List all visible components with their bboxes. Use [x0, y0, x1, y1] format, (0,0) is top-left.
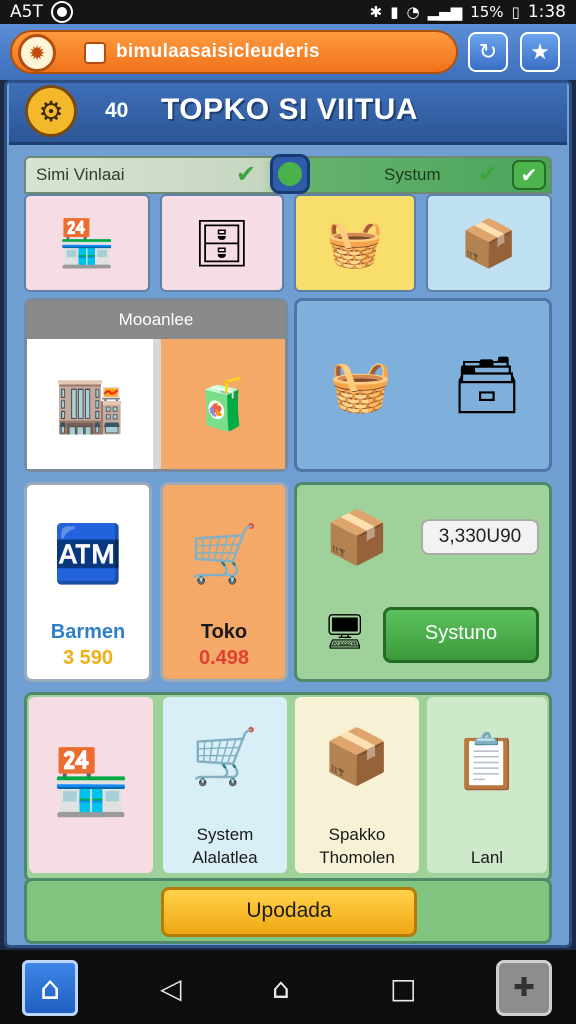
equipment-panel: 🧺 🗃 — [294, 298, 552, 472]
battery-percent: 15% — [470, 3, 504, 21]
dispenser-icon: 🧃 — [191, 374, 255, 433]
kiosk-icon: 🏪 — [58, 215, 116, 270]
system-nav-bar: ⌂ ◁ ⌂ □ ✚ — [0, 950, 576, 1024]
footer-bar: Upodada — [24, 878, 552, 944]
shop-tile-spakko[interactable]: 📦 Spakko Thomolen — [295, 697, 419, 873]
shop-card-barmen[interactable]: 🏧 Barmen 3 590 — [24, 482, 152, 682]
shop-tile-stall[interactable]: 🏬 — [27, 339, 153, 469]
title-bar: ⚙ 40 TOPKO SI VIITUA — [9, 83, 567, 145]
check-icon: ✔ — [478, 160, 499, 188]
back-icon[interactable]: ◁ — [160, 972, 182, 1005]
box-icon: 📦 — [324, 507, 390, 568]
carrier-label: A5T — [10, 2, 43, 22]
app-bar: ✹ bimulaasaisicleuderis ↻ ★ — [0, 24, 576, 80]
house-icon: ⌂ — [39, 969, 61, 1007]
parcel-icon: 📦 — [323, 725, 391, 788]
section-right-label: Systum — [384, 165, 441, 184]
mooanlee-section: Mooanlee 🏬 🧃 — [24, 298, 288, 472]
card-value: 0.498 — [198, 647, 250, 669]
crates-icon: 📦 — [460, 215, 518, 270]
status-bar: A5T ✱ ▮ ◔ ▂▄▆ 15% ▯ 1:38 — [0, 0, 576, 24]
toggle-badge[interactable] — [270, 154, 310, 194]
star-icon: ★ — [530, 39, 550, 65]
shop-tile-kiosk[interactable]: 🏪 — [24, 194, 150, 292]
card-name: Barmen — [50, 621, 126, 643]
market-stand-icon: 🏪 — [51, 745, 131, 820]
tile-line2: Alalatlea — [192, 848, 258, 867]
card-value: 3 590 — [62, 647, 114, 669]
shop-tile-dispenser[interactable]: 🧃 — [161, 339, 285, 469]
url-bar[interactable]: ✹ bimulaasaisicleuderis — [10, 30, 458, 74]
tile-line2: Thomolen — [319, 848, 395, 867]
recents-icon[interactable]: □ — [390, 972, 416, 1005]
check-icon: ✔ — [236, 160, 257, 188]
home-app-button[interactable]: ⌂ — [22, 960, 78, 1016]
page-title: TOPKO SI VIITUA — [161, 93, 418, 126]
shop-tile-lanl[interactable]: 📋 Lanl — [427, 697, 547, 873]
machine-icon: 🗄 — [192, 215, 252, 270]
cart-icon: 🛒 — [191, 725, 259, 788]
counter-icon: 🧺 — [326, 215, 384, 270]
shop-category-section: Simi Vinlaai ✔ Systum ✔ ✔ 🏪 🗄 🧺 📦 — [24, 154, 552, 294]
settings-gear-icon[interactable]: ⚙ — [25, 85, 77, 137]
card-name: Toko — [200, 621, 248, 643]
refresh-icon: ↻ — [478, 39, 498, 65]
stall-icon: 🏬 — [55, 372, 125, 437]
vending-machine-icon[interactable]: 🗃 — [437, 325, 537, 445]
shop-tile-system[interactable]: 🛒 System Alalatlea — [163, 697, 287, 873]
clock: 1:38 — [527, 2, 566, 22]
tile-line1: System — [196, 825, 254, 844]
shop-tile-machine[interactable]: 🗄 — [160, 194, 284, 292]
section-header-label: Mooanlee — [118, 310, 194, 329]
section-left-label: Simi Vinlaai — [36, 165, 125, 184]
battery-icon: ▯ — [511, 3, 520, 21]
update-button-label: Upodada — [246, 899, 332, 922]
shopping-cart-icon: 🛒 — [189, 522, 259, 587]
shop-tile-crates[interactable]: 📦 — [426, 194, 552, 292]
notification-icon — [52, 3, 71, 21]
game-controller-button[interactable]: ✚ — [496, 960, 552, 1016]
signal-icon: ▂▄▆ — [427, 3, 463, 21]
controller-icon: ✚ — [513, 973, 535, 1003]
server-icon: 🖥 — [323, 612, 367, 652]
page-icon — [84, 42, 106, 64]
system-card: 📦 3,330U90 🖥 Systuno — [294, 482, 552, 682]
shop-tile-market[interactable]: 🏪 — [29, 697, 153, 873]
amount-value: 3,330U90 — [438, 526, 522, 547]
wifi-icon: ◔ — [406, 3, 420, 21]
tile-line1: Lanl — [470, 848, 504, 867]
shop-icon: 🏧 — [53, 522, 123, 587]
shop-card-toko[interactable]: 🛒 Toko 0.498 — [160, 482, 288, 682]
shop-tile-counter[interactable]: 🧺 — [294, 194, 416, 292]
inventory-row: 🏪 🛒 System Alalatlea 📦 Spakko Thomolen 📋… — [24, 692, 552, 882]
tile-line1: Spakko — [328, 825, 386, 844]
network-icon: ✱ — [369, 3, 383, 21]
confirm-check-button[interactable]: ✔ — [512, 160, 546, 190]
cart-basket-icon[interactable]: 🧺 — [311, 331, 411, 441]
url-text: bimulaasaisicleuderis — [116, 41, 320, 62]
favorite-button[interactable]: ★ — [520, 32, 560, 72]
refresh-button[interactable]: ↻ — [468, 32, 508, 72]
home-icon[interactable]: ⌂ — [272, 972, 290, 1005]
tablet-icon: 📋 — [453, 730, 521, 793]
gear-icon[interactable]: ✹ — [18, 34, 56, 72]
systuno-button-label: Systuno — [424, 622, 498, 644]
battery-saver-icon: ▮ — [390, 3, 399, 21]
player-level: 40 — [105, 99, 129, 122]
